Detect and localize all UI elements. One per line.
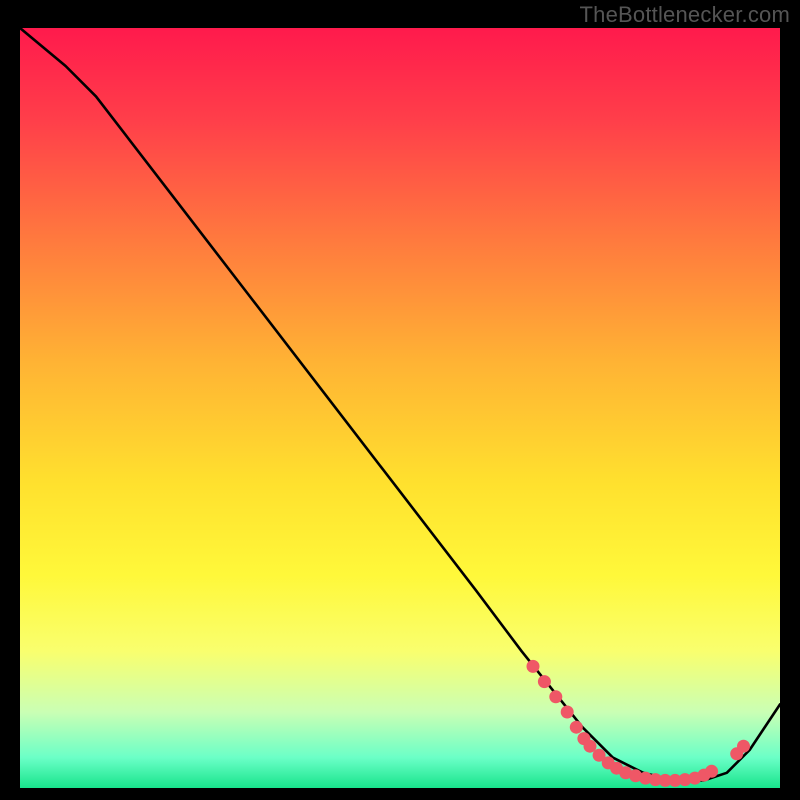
bottleneck-curve-line	[20, 28, 780, 780]
highlight-dot	[737, 740, 750, 753]
curve-overlay	[20, 28, 780, 788]
attribution-watermark: TheBottlenecker.com	[580, 2, 790, 28]
highlight-dots-group	[527, 660, 751, 787]
highlight-dot	[527, 660, 540, 673]
highlight-dot	[570, 721, 583, 734]
highlight-dot	[538, 675, 551, 688]
chart-container: TheBottlenecker.com	[0, 0, 800, 800]
highlight-dot	[705, 765, 718, 778]
highlight-dot	[561, 706, 574, 719]
highlight-dot	[549, 690, 562, 703]
plot-area	[20, 28, 780, 788]
